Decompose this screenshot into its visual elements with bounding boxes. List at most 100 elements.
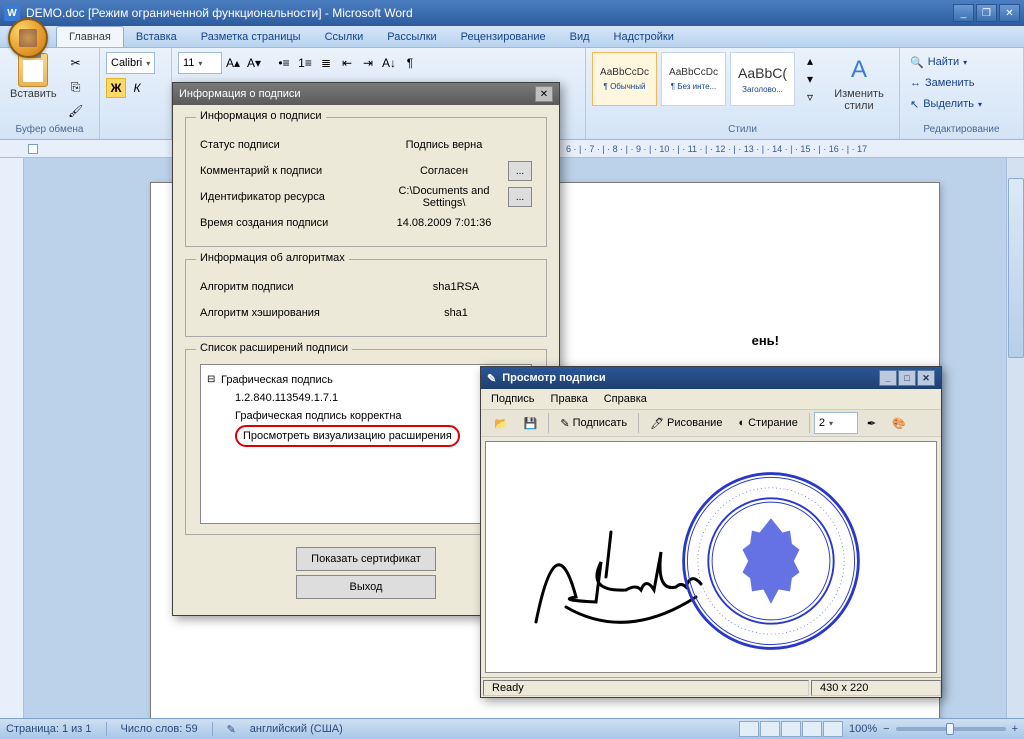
tab-references[interactable]: Ссылки (313, 27, 376, 47)
sigviewer-close-button[interactable]: ✕ (917, 370, 935, 386)
tool-save[interactable]: 💾 (517, 412, 545, 434)
vertical-ruler[interactable] (0, 158, 24, 718)
close-button[interactable]: ✕ (999, 4, 1020, 22)
dialog-close-button[interactable]: ✕ (535, 86, 553, 102)
numbering-button[interactable]: 1≡ (295, 53, 315, 73)
group-legend: Информация о подписи (196, 110, 326, 122)
group-legend: Список расширений подписи (196, 342, 352, 354)
zoom-slider-thumb[interactable] (946, 723, 954, 735)
cut-button[interactable]: ✂ (65, 52, 87, 74)
tree-child-view[interactable]: Просмотреть визуализацию расширения (207, 425, 525, 447)
style-normal[interactable]: AaBbCcDc ¶ Обычный (592, 52, 657, 106)
show-marks-button[interactable]: ¶ (400, 53, 420, 73)
pencil-icon: ✎ (560, 417, 569, 430)
bullets-button[interactable]: •≡ (274, 53, 294, 73)
indent-right-button[interactable]: ⇥ (358, 53, 378, 73)
ribbon-tabs: Главная Вставка Разметка страницы Ссылки… (0, 26, 1024, 48)
styles-group-label: Стили (592, 122, 893, 137)
tool-draw[interactable]: 🖊Рисование (643, 412, 729, 434)
resource-browse-button[interactable]: ... (508, 187, 532, 207)
tab-review[interactable]: Рецензирование (449, 27, 558, 47)
styles-gallery-button[interactable]: ▿ (799, 88, 821, 106)
tool-width-combo[interactable]: 2▾ (814, 412, 858, 434)
zoom-out-button[interactable]: − (883, 723, 889, 735)
show-certificate-button[interactable]: Показать сертификат (296, 547, 436, 571)
vertical-scrollbar[interactable] (1006, 158, 1024, 718)
tab-layout[interactable]: Разметка страницы (189, 27, 313, 47)
sigviewer-titlebar[interactable]: ✎ Просмотр подписи _ □ ✕ (481, 367, 941, 389)
sigviewer-maximize-button[interactable]: □ (898, 370, 916, 386)
window-titlebar: W DEMO.doc [Режим ограниченной функциона… (0, 0, 1024, 26)
tool-pen2[interactable]: ✒ (860, 412, 883, 434)
paste-label: Вставить (10, 88, 57, 100)
view-full-screen[interactable] (760, 721, 780, 737)
styles-more-button[interactable]: ▴ (799, 52, 821, 70)
tool-color[interactable]: 🎨 (885, 412, 913, 434)
tab-insert[interactable]: Вставка (124, 27, 189, 47)
tool-sign[interactable]: ✎Подписать (553, 412, 634, 434)
format-painter-button[interactable]: 🖌 (65, 100, 87, 122)
replace-button[interactable]: ↔Заменить (906, 73, 986, 93)
bold-button[interactable]: Ж (106, 78, 126, 98)
view-draft[interactable] (823, 721, 843, 737)
comment-browse-button[interactable]: ... (508, 161, 532, 181)
tool-open[interactable]: 📂 (487, 412, 515, 434)
sort-button[interactable]: A↓ (379, 53, 399, 73)
multilevel-button[interactable]: ≣ (316, 53, 336, 73)
word-count[interactable]: Число слов: 59 (121, 723, 198, 735)
font-family-combo[interactable]: Calibri▾ (106, 52, 155, 74)
clipboard-icon (18, 53, 48, 87)
restore-button[interactable]: ❐ (976, 4, 997, 22)
scrollbar-thumb[interactable] (1008, 178, 1024, 358)
clipboard-group-label: Буфер обмена (6, 122, 93, 137)
office-button[interactable] (8, 18, 48, 58)
select-button[interactable]: ↖Выделить▾ (906, 94, 986, 114)
view-web[interactable] (781, 721, 801, 737)
dialog-titlebar[interactable]: Информация о подписи ✕ (173, 83, 559, 105)
zoom-level[interactable]: 100% (849, 723, 877, 735)
view-print-layout[interactable] (739, 721, 759, 737)
styles-scroll-button[interactable]: ▾ (799, 70, 821, 88)
ruler-ticks: 6 · | · 7 · | · 8 · | · 9 · | · 10 · | ·… (566, 144, 867, 154)
tree-root[interactable]: Графическая подпись (207, 371, 525, 389)
copy-button[interactable]: ⎘ (65, 76, 87, 98)
page-indicator[interactable]: Страница: 1 из 1 (6, 723, 92, 735)
editing-group-label: Редактирование (906, 122, 1017, 137)
tree-child-correct[interactable]: Графическая подпись корректна (207, 407, 525, 425)
minimize-button[interactable]: _ (953, 4, 974, 22)
save-icon: 💾 (524, 417, 538, 430)
indent-left-button[interactable]: ⇤ (337, 53, 357, 73)
pen2-icon: ✒ (867, 417, 876, 430)
folder-icon: 📂 (494, 417, 508, 430)
language-indicator[interactable]: английский (США) (250, 723, 343, 735)
ruler-toggle[interactable] (28, 144, 38, 154)
style-no-spacing[interactable]: AaBbCcDc ¶ Без инте... (661, 52, 726, 106)
font-size-combo[interactable]: 11▾ (178, 52, 222, 74)
change-styles-button[interactable]: A Изменить стили (825, 52, 893, 114)
view-outline[interactable] (802, 721, 822, 737)
exit-button[interactable]: Выход (296, 575, 436, 599)
tab-addins[interactable]: Надстройки (602, 27, 686, 47)
sigviewer-minimize-button[interactable]: _ (879, 370, 897, 386)
menu-signature[interactable]: Подпись (491, 393, 535, 405)
style-heading[interactable]: AaBbC( Заголово... (730, 52, 795, 106)
tab-mailings[interactable]: Рассылки (375, 27, 448, 47)
menu-edit[interactable]: Правка (551, 393, 588, 405)
tool-erase[interactable]: ◐Стирание (731, 412, 804, 434)
window-title: DEMO.doc [Режим ограниченной функциональ… (26, 6, 413, 20)
paste-button[interactable]: Вставить (6, 52, 61, 102)
signature-canvas[interactable] (485, 441, 937, 673)
palette-icon: 🎨 (892, 417, 906, 430)
tab-home[interactable]: Главная (56, 26, 124, 47)
tree-child-oid[interactable]: 1.2.840.113549.1.7.1 (207, 389, 525, 407)
grow-font-button[interactable]: A▴ (223, 53, 243, 73)
tab-view[interactable]: Вид (558, 27, 602, 47)
menu-help[interactable]: Справка (604, 393, 647, 405)
zoom-slider[interactable] (896, 727, 1006, 731)
zoom-in-button[interactable]: + (1012, 723, 1018, 735)
italic-button[interactable]: К (127, 78, 147, 98)
spellcheck-icon[interactable]: ✎ (227, 723, 236, 736)
row-comment: Комментарий к подписи Согласен ... (200, 158, 532, 184)
find-button[interactable]: 🔍Найти▾ (906, 52, 986, 72)
shrink-font-button[interactable]: A▾ (244, 53, 264, 73)
